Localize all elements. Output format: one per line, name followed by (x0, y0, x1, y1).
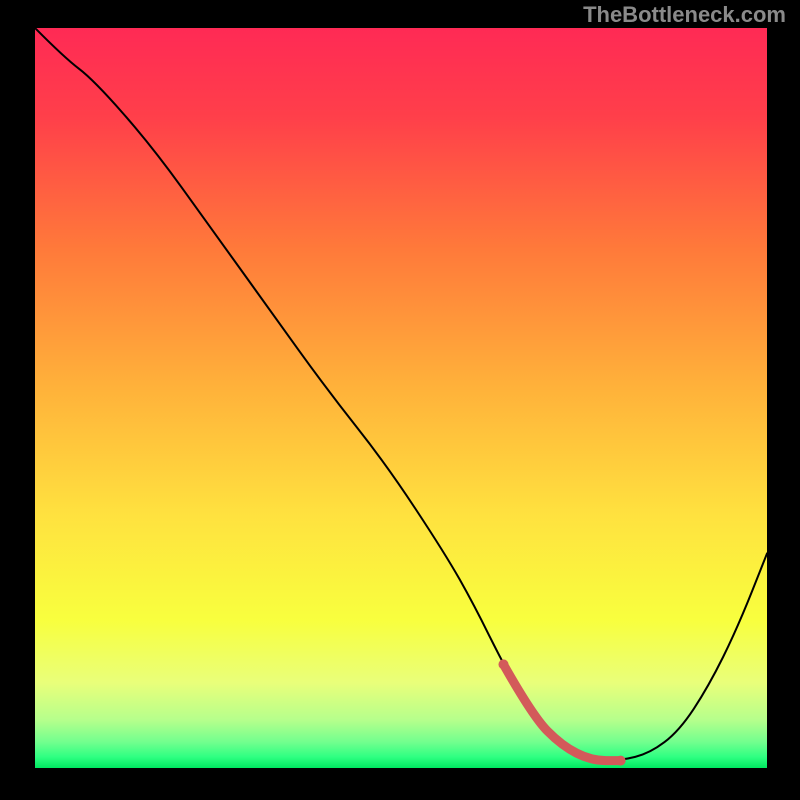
chart-svg (35, 28, 767, 768)
highlight-cap-right (616, 756, 626, 766)
chart-plot-area (35, 28, 767, 768)
watermark-label: TheBottleneck.com (583, 2, 786, 28)
chart-frame: TheBottleneck.com (0, 0, 800, 800)
highlight-cap-left (498, 659, 508, 669)
